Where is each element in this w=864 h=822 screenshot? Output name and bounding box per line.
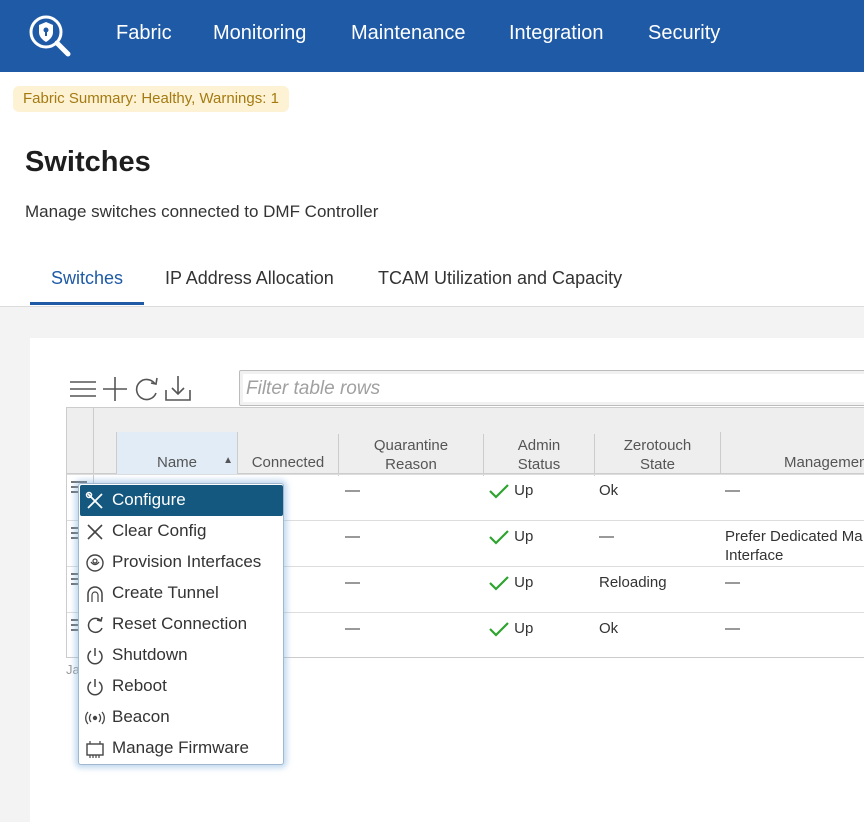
top-nav-bar: Fabric Monitoring Maintenance Integratio… [0, 0, 864, 72]
menu-item-clear-config[interactable]: Clear Config [80, 516, 283, 547]
cell-management: — [725, 573, 740, 592]
check-icon [489, 484, 509, 499]
cell-management-line1: — [725, 482, 740, 499]
cell-quarantine: — [345, 528, 360, 545]
wrench-screwdriver-icon [85, 491, 103, 509]
sort-asc-icon: ▲ [223, 455, 233, 466]
cell-management: — [725, 481, 740, 500]
cell-admin-status: Up [488, 619, 533, 638]
power-icon [87, 648, 103, 665]
nav-integration[interactable]: Integration [509, 22, 604, 45]
cell-management: Prefer Dedicated Ma Interface [725, 527, 863, 565]
cell-admin-status: Up [488, 527, 533, 546]
download-icon[interactable] [164, 374, 192, 404]
x-icon [87, 524, 103, 540]
cell-admin-status-text: Up [514, 528, 534, 545]
admin-label-line2: Status [517, 456, 561, 473]
cell-admin-status-text: Up [514, 482, 534, 499]
column-header-connected[interactable]: Connected [237, 432, 338, 474]
menu-icon[interactable] [69, 374, 97, 404]
refresh-icon[interactable] [132, 374, 160, 404]
menu-item-create-tunnel[interactable]: Create Tunnel [80, 578, 283, 609]
admin-label-line1: Admin [517, 437, 561, 454]
menu-item-configure[interactable]: Configure [80, 485, 283, 516]
menu-item-provision-interfaces[interactable]: Provision Interfaces [80, 547, 283, 578]
menu-item-manage-firmware[interactable]: Manage Firmware [80, 733, 283, 764]
column-header-name[interactable]: Name ▲ [116, 432, 237, 474]
fabric-summary-badge[interactable]: Fabric Summary: Healthy, Warnings: 1 [13, 86, 289, 112]
menu-item-label: Beacon [112, 707, 170, 726]
active-tab-indicator [30, 302, 144, 305]
column-header-zerotouch-state[interactable]: Zerotouch State [594, 434, 720, 476]
menu-item-reboot[interactable]: Reboot [80, 671, 283, 702]
reset-icon [87, 616, 103, 634]
filter-box [239, 370, 864, 406]
quarantine-label-line1: Quarantine [373, 437, 449, 454]
cell-admin-status-text: Up [514, 574, 534, 591]
menu-item-label: Clear Config [112, 521, 207, 540]
reboot-icon [87, 679, 103, 696]
column-header-connected-label: Connected [251, 454, 325, 471]
cell-zerotouch: Ok [599, 620, 619, 637]
column-header-management[interactable]: Management [720, 432, 864, 474]
nav-security[interactable]: Security [648, 22, 720, 45]
cell-zerotouch: — [599, 528, 614, 545]
cell-quarantine: — [345, 482, 360, 499]
tab-tcam-utilization[interactable]: TCAM Utilization and Capacity [378, 268, 622, 289]
chip-icon [86, 741, 104, 758]
cell-management-line1: Prefer Dedicated Ma [725, 528, 863, 545]
menu-item-beacon[interactable]: Beacon [80, 702, 283, 733]
logo-shield-search-icon[interactable] [26, 12, 72, 58]
filter-input[interactable] [246, 377, 846, 401]
add-icon[interactable] [101, 374, 129, 404]
provision-icon [86, 554, 104, 572]
menu-item-label: Provision Interfaces [112, 552, 262, 571]
column-header-management-label: Management [784, 454, 864, 471]
cell-management-line2: Interface [725, 547, 784, 564]
menu-item-label: Create Tunnel [112, 583, 219, 602]
check-icon [489, 622, 509, 637]
cell-management: — [725, 619, 740, 638]
menu-item-label: Shutdown [112, 645, 188, 664]
check-icon [489, 530, 509, 545]
menu-item-label: Configure [112, 490, 186, 509]
row-context-menu: Configure Clear Config Provision Interfa… [78, 483, 284, 765]
cell-quarantine: — [345, 574, 360, 591]
cell-management-line1: — [725, 574, 740, 591]
tab-ip-address-allocation[interactable]: IP Address Allocation [165, 268, 334, 289]
cell-admin-status: Up [488, 573, 533, 592]
cell-management-line1: — [725, 620, 740, 637]
page-title: Switches [25, 146, 151, 178]
menu-item-label: Manage Firmware [112, 738, 249, 757]
menu-item-label: Reset Connection [112, 614, 248, 633]
table-header: Name ▲ Connected Quarantine Reason Admin… [67, 408, 864, 476]
nav-fabric[interactable]: Fabric [116, 22, 172, 45]
menu-item-shutdown[interactable]: Shutdown [80, 640, 283, 671]
menu-item-label: Reboot [112, 676, 167, 695]
tunnel-icon [87, 586, 103, 602]
cell-zerotouch: Ok [599, 482, 619, 499]
cell-quarantine: — [345, 620, 360, 637]
zerotouch-label-line1: Zerotouch [623, 437, 692, 454]
beacon-icon [85, 711, 105, 725]
cell-admin-status: Up [488, 481, 533, 500]
zerotouch-label-line2: State [639, 456, 676, 473]
page-subtitle: Manage switches connected to DMF Control… [25, 202, 379, 221]
nav-maintenance[interactable]: Maintenance [351, 22, 466, 45]
column-header-name-label: Name [156, 454, 197, 471]
cell-zerotouch: Reloading [599, 574, 667, 591]
quarantine-label-line2: Reason [385, 456, 437, 473]
check-icon [489, 576, 509, 591]
menu-item-reset-connection[interactable]: Reset Connection [80, 609, 283, 640]
column-header-admin-status[interactable]: Admin Status [483, 434, 594, 476]
column-header-quarantine-reason[interactable]: Quarantine Reason [338, 434, 483, 476]
cell-admin-status-text: Up [514, 620, 534, 637]
tab-switches[interactable]: Switches [51, 268, 123, 289]
nav-monitoring[interactable]: Monitoring [213, 22, 306, 45]
